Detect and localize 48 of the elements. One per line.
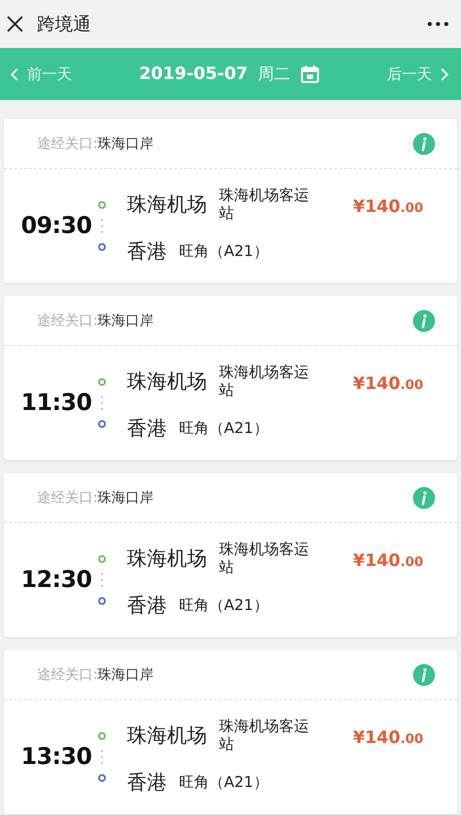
port-label: 途经关口:: [37, 666, 98, 684]
destination-stop: 旺角（A21）: [179, 772, 268, 792]
destination-city: 香港: [127, 414, 167, 442]
departure-time: 11:30: [21, 390, 93, 416]
chevron-right-icon: [440, 66, 449, 82]
origin-city: 珠海机场: [127, 545, 207, 572]
origin-stop: 珠海机场客运站: [219, 187, 310, 222]
origin-stop: 珠海机场客运站: [219, 718, 310, 753]
port-name: 珠海口岸: [98, 312, 155, 330]
origin-city: 珠海机场: [127, 191, 207, 218]
route-drawing: [97, 732, 107, 782]
departure-time: 12:30: [21, 567, 93, 593]
info-icon[interactable]: [413, 132, 435, 154]
port-label: 途经关口:: [37, 312, 98, 330]
destination-city: 香港: [127, 768, 167, 796]
departure-time: 13:30: [21, 744, 93, 770]
route-drawing: [97, 378, 107, 428]
port-label: 途经关口:: [37, 134, 98, 152]
close-icon[interactable]: [6, 15, 24, 33]
destination-city: 香港: [127, 238, 167, 265]
port-name: 珠海口岸: [98, 134, 155, 152]
destination-city: 香港: [127, 592, 167, 619]
calendar-icon[interactable]: [300, 64, 320, 84]
origin-city: 珠海机场: [127, 722, 207, 749]
price-text: ¥140.00: [353, 551, 424, 571]
port-label: 途经关口:: [37, 488, 98, 506]
window-title: 跨境通: [37, 13, 92, 36]
info-icon[interactable]: [413, 664, 435, 686]
more-icon[interactable]: [427, 21, 449, 27]
route-drawing: [97, 201, 107, 251]
price-text: ¥140.00: [353, 197, 424, 217]
origin-stop: 珠海机场客运站: [219, 541, 310, 576]
origin-stop: 珠海机场客运站: [219, 364, 310, 399]
chevron-left-icon: [10, 66, 19, 82]
origin-city: 珠海机场: [127, 368, 207, 395]
port-name: 珠海口岸: [98, 488, 155, 506]
destination-stop: 旺角（A21）: [179, 418, 268, 438]
price-text: ¥140.00: [353, 374, 424, 394]
destination-stop: 旺角（A21）: [179, 596, 268, 615]
departure-time: 09:30: [21, 213, 93, 239]
route-drawing: [97, 555, 107, 605]
weekday-text: 周二: [258, 64, 290, 84]
info-icon[interactable]: [413, 486, 435, 508]
date-text: 2019-05-07: [139, 64, 248, 84]
price-text: ¥140.00: [353, 728, 424, 748]
port-name: 珠海口岸: [98, 666, 155, 684]
info-icon[interactable]: [413, 310, 435, 332]
destination-stop: 旺角（A21）: [179, 242, 268, 261]
